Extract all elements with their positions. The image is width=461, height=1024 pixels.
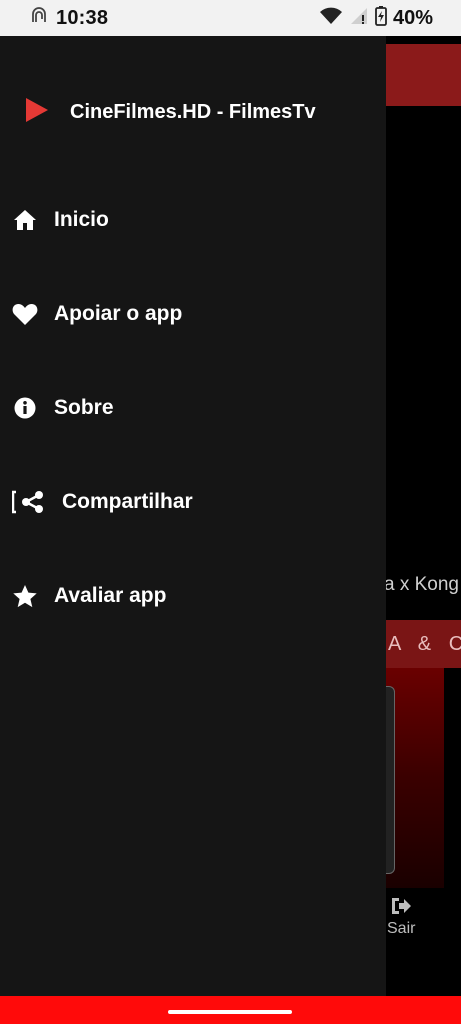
gesture-handle[interactable] bbox=[168, 1010, 292, 1014]
wifi-icon bbox=[319, 6, 343, 31]
app-title: CineFilmes.HD - FilmesTv bbox=[70, 101, 316, 123]
navigation-drawer: CineFilmes.HD - FilmesTv Inicio Apoiar o… bbox=[0, 36, 386, 996]
signal-icon bbox=[349, 6, 369, 31]
menu-label-compartilhar: Compartilhar bbox=[62, 490, 193, 513]
menu-item-avaliar[interactable]: Avaliar app bbox=[12, 576, 166, 616]
exit-icon bbox=[390, 896, 412, 921]
play-logo-icon bbox=[26, 98, 48, 127]
exit-label[interactable]: Sair bbox=[387, 920, 415, 938]
share-icon bbox=[12, 489, 46, 515]
home-icon bbox=[12, 207, 38, 233]
menu-item-sobre[interactable]: Sobre bbox=[12, 388, 114, 428]
status-bar: 10:38 40% bbox=[0, 0, 461, 36]
menu-label-avaliar: Avaliar app bbox=[54, 584, 167, 607]
menu-label-sobre: Sobre bbox=[54, 396, 114, 419]
menu-label-inicio: Inicio bbox=[54, 208, 109, 231]
heart-icon bbox=[12, 301, 38, 327]
background-phone-graphic bbox=[386, 686, 395, 874]
drawer-header: CineFilmes.HD - FilmesTv bbox=[26, 98, 316, 127]
background-movie-title: a x Kong bbox=[384, 574, 459, 595]
system-navigation-bar bbox=[0, 996, 461, 1024]
battery-icon bbox=[375, 5, 387, 31]
menu-item-apoiar[interactable]: Apoiar o app bbox=[12, 294, 182, 334]
background-category-strip: A & CO bbox=[386, 620, 461, 668]
background-app-bar bbox=[386, 44, 461, 106]
menu-item-compartilhar[interactable]: Compartilhar bbox=[12, 482, 193, 522]
status-time: 10:38 bbox=[56, 6, 109, 29]
menu-item-inicio[interactable]: Inicio bbox=[12, 200, 109, 240]
nfc-icon bbox=[30, 6, 48, 30]
star-icon bbox=[12, 583, 38, 609]
battery-percent: 40% bbox=[392, 6, 433, 29]
menu-label-apoiar: Apoiar o app bbox=[54, 302, 183, 325]
info-icon bbox=[12, 395, 38, 421]
